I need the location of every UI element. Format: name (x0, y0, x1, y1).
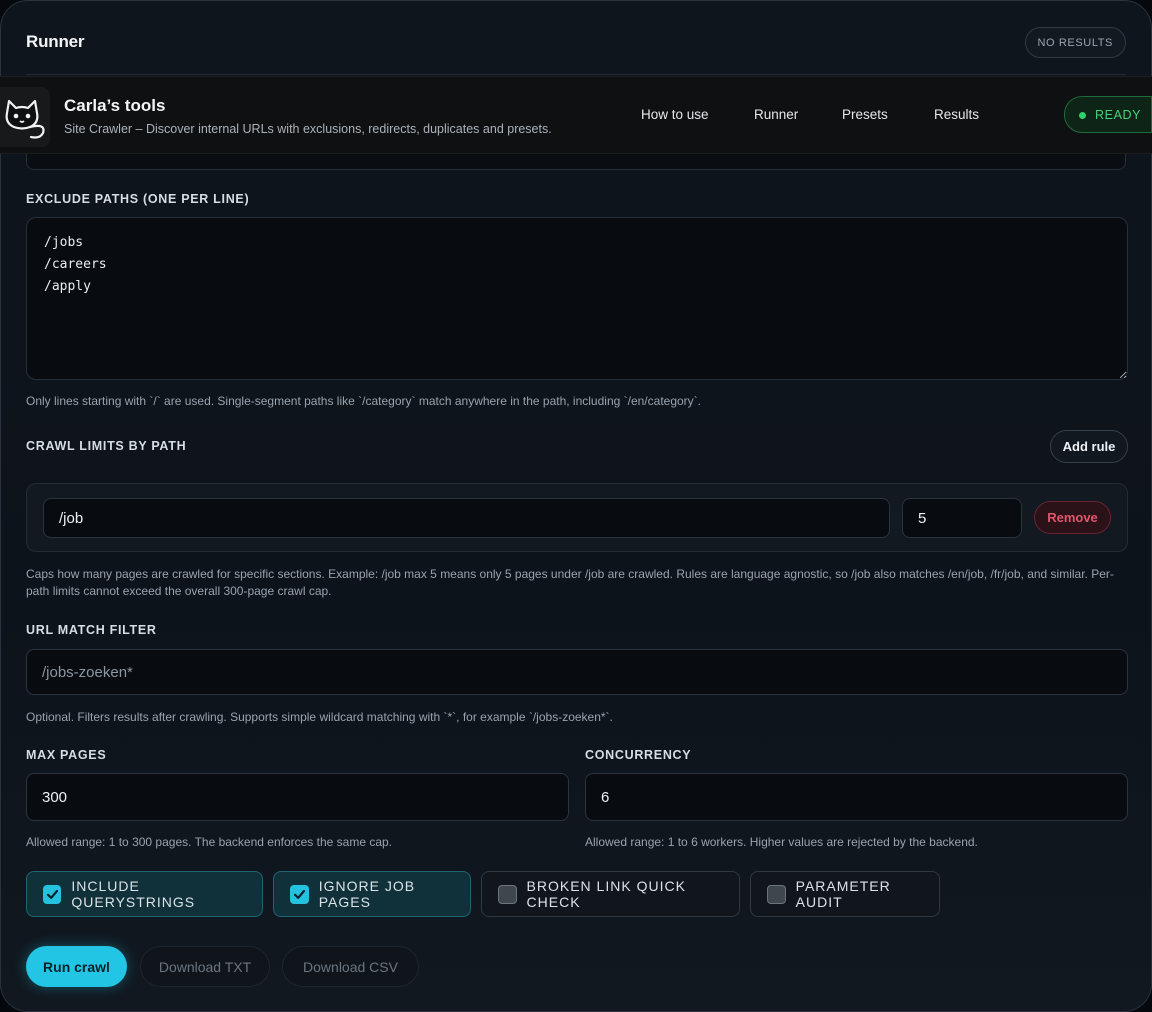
parameter-audit-toggle[interactable]: PARAMETER AUDIT (750, 871, 940, 917)
concurrency-help: Allowed range: 1 to 6 workers. Higher va… (585, 835, 978, 849)
app-header: Carla’s tools Site Crawler – Discover in… (0, 76, 1152, 154)
divider (26, 74, 1126, 75)
nav-how-to-use[interactable]: How to use (641, 107, 709, 122)
remove-rule-button[interactable]: Remove (1034, 501, 1111, 534)
checkbox-unchecked-icon (498, 884, 517, 904)
status-dot-icon (1079, 112, 1086, 119)
crawl-limit-rule-row: Remove (26, 483, 1128, 552)
ready-status-badge: READY (1064, 96, 1152, 133)
cat-logo-icon (0, 87, 50, 147)
add-rule-button[interactable]: Add rule (1050, 430, 1128, 463)
checkbox-unchecked-icon (767, 884, 786, 904)
rule-max-input[interactable] (902, 498, 1022, 538)
url-filter-help: Optional. Filters results after crawling… (26, 710, 613, 724)
crawl-limits-label: CRAWL LIMITS BY PATH (26, 439, 187, 453)
rule-path-input[interactable] (43, 498, 890, 538)
include-querystrings-label: INCLUDE QUERYSTRINGS (71, 878, 196, 910)
download-csv-button[interactable]: Download CSV (282, 946, 419, 987)
ignore-job-pages-label: IGNORE JOB PAGES (318, 878, 416, 910)
nav-presets[interactable]: Presets (842, 107, 888, 122)
url-filter-input[interactable] (26, 649, 1128, 695)
exclude-paths-textarea[interactable] (26, 217, 1128, 380)
concurrency-label: CONCURRENCY (585, 748, 692, 762)
app-name: Carla’s tools (64, 96, 166, 115)
parameter-audit-label: PARAMETER AUDIT (795, 878, 891, 910)
max-pages-label: MAX PAGES (26, 748, 107, 762)
ready-status-label: READY (1095, 107, 1142, 122)
crawl-limits-help: Caps how many pages are crawled for spec… (26, 567, 1114, 598)
url-filter-label: URL MATCH FILTER (26, 623, 157, 637)
nav-runner[interactable]: Runner (754, 107, 798, 122)
concurrency-input[interactable] (585, 773, 1128, 821)
checkbox-checked-icon (290, 884, 309, 904)
run-crawl-button[interactable]: Run crawl (26, 946, 127, 987)
app-subtitle: Site Crawler – Discover internal URLs wi… (64, 122, 552, 136)
checkbox-checked-icon (43, 884, 62, 904)
ignore-job-pages-toggle[interactable]: IGNORE JOB PAGES (273, 871, 471, 917)
results-status-badge: NO RESULTS (1024, 27, 1126, 58)
runner-title: Runner (26, 32, 85, 51)
exclude-paths-label: EXCLUDE PATHS (ONE PER LINE) (26, 192, 250, 206)
exclude-paths-help: Only lines starting with `/` are used. S… (26, 394, 701, 408)
max-pages-input[interactable] (26, 773, 569, 821)
max-pages-help: Allowed range: 1 to 300 pages. The backe… (26, 835, 393, 849)
download-txt-button[interactable]: Download TXT (140, 946, 270, 987)
include-querystrings-toggle[interactable]: INCLUDE QUERYSTRINGS (26, 871, 263, 917)
nav-results[interactable]: Results (934, 107, 979, 122)
broken-link-check-toggle[interactable]: BROKEN LINK QUICK CHECK (481, 871, 740, 917)
broken-link-check-label: BROKEN LINK QUICK CHECK (526, 878, 686, 910)
